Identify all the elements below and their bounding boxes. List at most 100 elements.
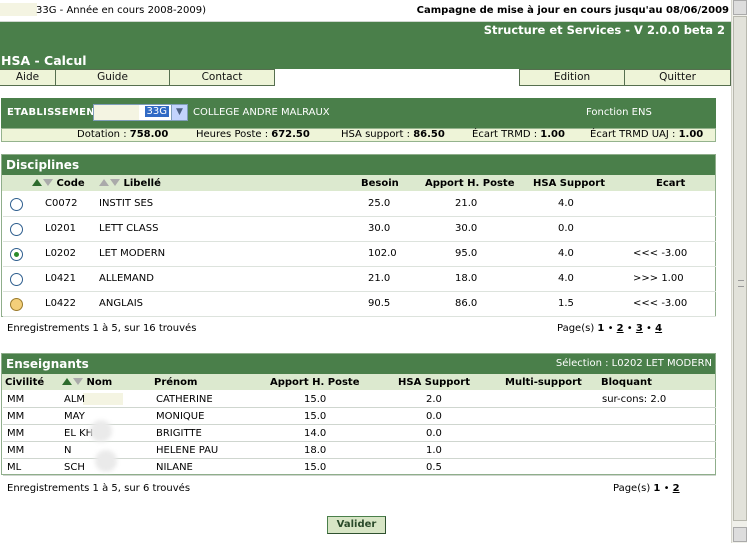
etablissement-label: ETABLISSEMENT [7,107,102,118]
table-row[interactable]: L0421 ALLEMAND 21.0 18.0 4.0 >>> 1.00 [3,267,716,292]
sort-down-icon[interactable] [110,179,120,186]
cell-prenom: CATHERINE [156,394,213,405]
page-link-2[interactable]: 2 [617,323,624,334]
sort-libelle[interactable]: Libellé [99,178,161,189]
cell-apport: 15.0 [304,411,327,422]
cell-code: L0202 [45,248,77,259]
cell-apport: 14.0 [304,428,327,439]
sort-up-icon[interactable] [99,179,109,186]
col-hsa: HSA Support [398,377,471,388]
cell-hsa: 4.0 [558,273,574,284]
cell-apport: 15.0 [304,394,327,405]
table-row[interactable]: L0201 LETT CLASS 30.0 30.0 0.0 [3,217,716,242]
menu-contact[interactable]: Contact [169,69,275,86]
enseignants-pager: Page(s) 1 • 2 [613,483,680,494]
enseignants-footer: Enregistrements 1 à 5, sur 6 trouvés [7,483,191,494]
menu-edition[interactable]: Edition [519,69,625,86]
page-link-4[interactable]: 4 [655,323,662,334]
cell-apport: 30.0 [455,223,478,234]
cell-civ: MM [7,428,25,439]
college-name: COLLEGE ANDRE MALRAUX [193,107,330,118]
dotation-stat: Dotation : 758.00 [77,129,169,140]
etablissement-selected-value: 33G [144,106,169,117]
disciplines-pager: Page(s) 1 • 2 • 3 • 4 [557,323,662,334]
sort-down-icon[interactable] [43,179,53,186]
menu-quitter[interactable]: Quitter [624,69,731,86]
cell-code: L0421 [45,273,77,284]
cell-civ: ML [7,462,22,473]
sort-up-icon[interactable] [62,378,72,385]
enseignants-column-header: Civilité Nom Prénom Apport H. Poste HSA … [2,374,715,390]
redacted-blur [90,420,112,442]
page-link-1: 1 [597,323,605,334]
cell-civ: MM [7,445,25,456]
cell-civ: MM [7,394,25,405]
cell-besoin: 90.5 [368,298,391,309]
col-bloquant: Bloquant [601,377,652,388]
table-row[interactable]: L0202 LET MODERN 102.0 95.0 4.0 <<< -3.00 [3,242,716,267]
page-link-3[interactable]: 3 [636,323,643,334]
etablissement-bar: ETABLISSEMENT 33G ▼ COLLEGE ANDRE MALRAU… [1,98,716,128]
page-link-2[interactable]: 2 [673,483,680,494]
campaign-info: Campagne de mise à jour en cours jusqu'a… [416,5,729,16]
scroll-down-button[interactable] [733,527,747,542]
ecart-trmd-uaj-stat: Écart TRMD UAJ : 1.00 [590,129,704,140]
cell-besoin: 102.0 [368,248,397,259]
sort-nom[interactable]: Nom [62,377,112,388]
cell-hsa: 4.0 [558,248,574,259]
cell-hsa: 0.0 [558,223,574,234]
row-radio[interactable] [10,248,23,261]
fonction-label: Fonction ENS [586,107,652,118]
page-link-1: 1 [653,483,661,494]
sort-up-icon[interactable] [32,179,42,186]
table-row: MM ALM CATHERINE 15.0 2.0 sur-cons: 2.0 [3,391,716,408]
version-label: Structure et Services - V 2.0.0 beta 2 [483,23,725,37]
valider-button[interactable]: Valider [327,516,386,534]
scroll-up-button[interactable] [733,0,747,15]
enseignants-panel: Enseignants Sélection : L0202 LET MODERN… [1,353,716,476]
stats-bar: Dotation : 758.00 Heures Poste : 672.50 … [1,128,716,142]
vertical-scrollbar[interactable] [731,0,747,543]
selection-label: Sélection : L0202 LET MODERN [555,358,712,369]
sort-code[interactable]: Code [32,178,85,189]
row-radio[interactable] [10,298,23,311]
cell-libelle: LETT CLASS [99,223,159,234]
cell-hsa: 2.0 [426,394,442,405]
cell-apport: 95.0 [455,248,478,259]
table-row[interactable]: C0072 INSTIT SES 25.0 21.0 4.0 [3,192,716,217]
cell-nom: MAY [64,411,85,422]
table-row[interactable]: L0422 ANGLAIS 90.5 86.0 1.5 <<< -3.00 [3,292,716,317]
col-hsa: HSA Support [533,178,606,189]
menu-guide[interactable]: Guide [55,69,170,86]
cell-apport: 18.0 [455,273,478,284]
col-besoin: Besoin [361,178,399,189]
cell-apport: 18.0 [304,445,327,456]
scroll-thumb[interactable] [733,16,747,521]
cell-nom: EL KH [64,428,94,439]
hsa-support-stat: HSA support : 86.50 [341,129,445,140]
cell-prenom: HELENE PAU [156,445,219,456]
enseignants-title: Enseignants [6,357,89,371]
row-radio[interactable] [10,198,23,211]
cell-besoin: 21.0 [368,273,391,284]
top-info-bar: 33G - Année en cours 2008-2009) Campagne… [0,0,731,22]
cell-nom: ALM [64,394,86,405]
col-ecart: Ecart [656,178,686,189]
cell-apport: 21.0 [455,198,478,209]
row-radio[interactable] [10,223,23,236]
chevron-down-icon[interactable]: ▼ [171,105,187,120]
disciplines-panel: Disciplines Code Libellé Besoin Apport H… [1,154,716,317]
cell-civ: MM [7,411,25,422]
etablissement-select[interactable]: 33G ▼ [93,104,188,121]
col-multi: Multi-support [505,377,582,388]
cell-ecart: >>> 1.00 [633,273,684,284]
cell-hsa: 0.0 [426,411,442,422]
cell-besoin: 30.0 [368,223,391,234]
menu-aide[interactable]: Aide [0,69,56,86]
col-prenom: Prénom [154,377,198,388]
cell-hsa: 0.0 [426,428,442,439]
ecart-trmd-stat: Écart TRMD : 1.00 [472,129,565,140]
sort-down-icon[interactable] [73,378,83,385]
pager-label: Page(s) [613,483,651,494]
row-radio[interactable] [10,273,23,286]
